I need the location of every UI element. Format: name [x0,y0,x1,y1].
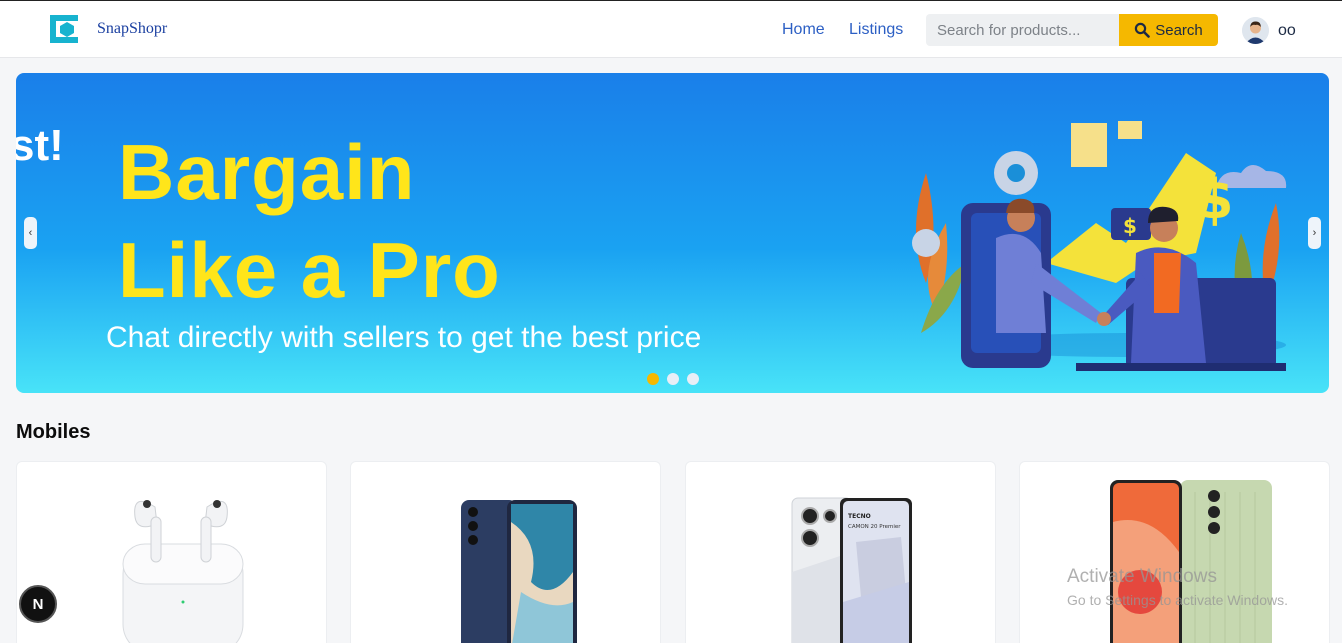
phone-image [1020,462,1330,643]
product-card[interactable]: TECNO CAMON 20 Premier [685,461,996,643]
search-button-label: Search [1155,22,1203,39]
handshake-illustration: $ $ [896,113,1296,373]
carousel-next-button[interactable]: › [1308,217,1321,249]
product-brand-text: TECNO [848,513,871,520]
nav-listings-link[interactable]: Listings [849,21,903,39]
carousel-dot-1[interactable] [647,373,659,385]
svg-text:$: $ [1196,168,1234,231]
banner-headline-line1: Bargain [118,123,501,221]
product-model-text: CAMON 20 Premier [848,524,901,530]
carousel-prev-button[interactable]: ‹ [24,217,37,249]
user-avatar[interactable] [1242,17,1269,44]
top-navbar: SnapShopr Home Listings Search oo [0,0,1342,58]
windows-watermark: Activate Windows Go to Settings to activ… [1067,566,1288,608]
search-icon [1134,22,1150,38]
phone-image: TECNO CAMON 20 Premier [686,462,996,643]
product-card[interactable] [350,461,661,643]
banner-subtitle: Chat directly with sellers to get the be… [106,321,701,355]
user-name[interactable]: oo [1278,22,1296,40]
carousel-dot-2[interactable] [667,373,679,385]
carousel-dots [647,373,699,385]
search-input[interactable] [926,14,1119,46]
product-card[interactable] [16,461,327,643]
avatar-icon [1242,17,1269,44]
carousel-dot-3[interactable] [687,373,699,385]
logo-icon[interactable] [48,13,80,45]
search-button[interactable]: Search [1119,14,1218,46]
watermark-line2: Go to Settings to activate Windows. [1067,592,1288,608]
section-title: Mobiles [16,421,90,444]
brand-name[interactable]: SnapShopr [97,20,167,38]
svg-text:$: $ [1123,214,1137,238]
banner-partial-text: st! [16,121,64,171]
earbuds-image [17,462,327,643]
banner-headline: Bargain Like a Pro [118,123,501,319]
banner-headline-line2: Like a Pro [118,221,501,319]
dev-tools-button[interactable]: N [19,585,57,623]
nav-home-link[interactable]: Home [782,21,825,39]
phone-image [351,462,661,643]
hero-carousel[interactable]: st! Bargain Like a Pro Chat directly wit… [16,73,1329,393]
watermark-line1: Activate Windows [1067,566,1288,588]
product-card[interactable] [1019,461,1330,643]
